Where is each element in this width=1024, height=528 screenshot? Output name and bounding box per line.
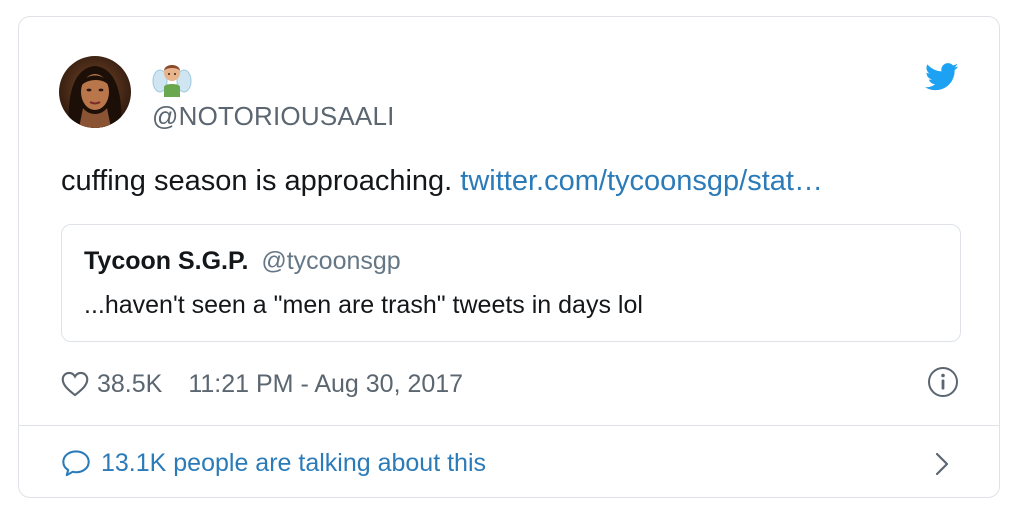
divider [19, 425, 999, 426]
twitter-bird-icon[interactable] [925, 63, 959, 91]
quoted-author-name: Tycoon S.G.P. [84, 247, 249, 275]
tweet-timestamp[interactable]: 11:21 PM - Aug 30, 2017 [188, 370, 463, 399]
tweet-meta: 38.5K 11:21 PM - Aug 30, 2017 [61, 367, 463, 401]
info-icon[interactable] [927, 366, 959, 398]
speech-bubble-icon [62, 450, 90, 477]
talking-count-label: 13.1K people are talking about this [101, 448, 486, 477]
chevron-right-icon[interactable] [933, 451, 951, 477]
author-handle[interactable]: @NOTORIOUSAALI [152, 101, 395, 132]
man-fairy-emoji-icon [152, 57, 192, 97]
embedded-tweet-card: @NOTORIOUSAALI cuffing season is approac… [18, 16, 1000, 498]
avatar[interactable] [59, 56, 131, 128]
quoted-tweet-text: ...haven't seen a "men are trash" tweets… [84, 291, 643, 319]
tweet-body: cuffing season is approaching. [61, 165, 461, 197]
tweet-text: cuffing season is approaching. twitter.c… [61, 165, 823, 198]
quoted-tweet-header: Tycoon S.G.P. @tycoonsgp [84, 247, 401, 276]
quoted-tweet[interactable]: Tycoon S.G.P. @tycoonsgp ...haven't seen… [61, 224, 961, 342]
conversation-link[interactable]: 13.1K people are talking about this [61, 445, 486, 481]
heart-icon[interactable] [61, 371, 89, 397]
quoted-author-handle: @tycoonsgp [261, 247, 401, 275]
like-count[interactable]: 38.5K [97, 370, 162, 399]
avatar-image [59, 56, 131, 128]
tweet-link[interactable]: twitter.com/tycoonsgp/stat… [460, 165, 823, 197]
